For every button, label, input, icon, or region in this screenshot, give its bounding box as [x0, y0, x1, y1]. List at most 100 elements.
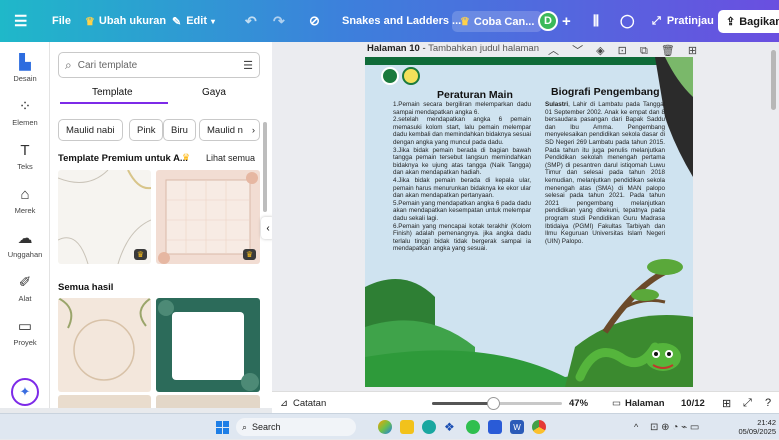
windows-start-icon[interactable]: [216, 414, 229, 440]
grid-view-icon[interactable]: ⊞: [722, 392, 731, 414]
pages-icon: ▭: [612, 397, 621, 409]
chrome-icon[interactable]: [532, 414, 546, 440]
duplicate-icon[interactable]: ⧉: [640, 45, 648, 57]
chip-label: Maulid nabi: [66, 124, 115, 136]
rail-item-uploads[interactable]: ☁ Unggahan: [0, 230, 50, 259]
template-thumbnail[interactable]: [58, 298, 151, 392]
zoom-slider[interactable]: [432, 392, 562, 414]
hide-icon[interactable]: ◈: [596, 45, 604, 57]
rail-item-projects[interactable]: ▭ Proyek: [0, 318, 50, 347]
rail-item-elements[interactable]: ⁘ Elemen: [0, 98, 50, 127]
chip-pink[interactable]: Pink: [129, 119, 164, 141]
whatsapp-icon[interactable]: [466, 414, 480, 440]
canvas-scrollbar[interactable]: [771, 50, 776, 110]
chip-maulid-nabi[interactable]: Maulid nabi: [58, 119, 123, 141]
tab-label: Gaya: [202, 87, 226, 98]
pages-label: Halaman: [624, 397, 665, 409]
clock-time: 21:42: [757, 418, 776, 427]
zoom-knob[interactable]: [487, 396, 501, 410]
undo-icon[interactable]: ↶: [245, 0, 257, 42]
rail-item-draw[interactable]: ✐ Alat: [0, 274, 50, 303]
pages-button[interactable]: ▭ Halaman: [612, 392, 665, 414]
hamburger-icon[interactable]: ☰: [14, 0, 27, 42]
zoom-level[interactable]: 47%: [569, 392, 588, 414]
resize-label: Ubah ukuran: [98, 15, 167, 27]
analytics-icon[interactable]: ⫼: [593, 0, 599, 42]
edge-icon[interactable]: [422, 414, 436, 440]
template-thumbnail[interactable]: ♛: [58, 170, 151, 264]
tab-label: Template: [92, 87, 133, 98]
template-thumbnail[interactable]: ♛: [156, 170, 260, 264]
magic-assistant-icon[interactable]: ✦: [11, 378, 39, 406]
fullscreen-icon[interactable]: ⤢: [743, 392, 752, 414]
resize-button[interactable]: ♛ Ubah ukuran: [85, 0, 166, 42]
design-page[interactable]: Peraturan Main Biografi Pengembang 1.Pem…: [365, 57, 693, 387]
template-thumbnail[interactable]: [58, 395, 151, 408]
rules-heading: Peraturan Main: [437, 89, 513, 101]
page-header: Halaman 10 - Tambahkan judul halaman: [367, 43, 539, 54]
rail-item-text[interactable]: T Teks: [0, 142, 50, 171]
search-icon: ⌕: [242, 421, 248, 432]
chip-label: Pink: [137, 124, 156, 136]
template-thumbnail[interactable]: [156, 298, 260, 392]
taskbar-search[interactable]: ⌕ Search: [236, 418, 356, 436]
chevron-down-icon[interactable]: ﹀: [572, 45, 583, 57]
edit-menu[interactable]: ✎ Edit ▾: [172, 0, 215, 42]
tab-style[interactable]: Gaya: [202, 87, 226, 98]
try-canva-button[interactable]: ♛ Coba Can...: [452, 0, 543, 42]
page-title-input[interactable]: Tambahkan judul halaman: [428, 43, 539, 54]
chip-maulid-n[interactable]: Maulid n ›: [199, 119, 260, 141]
lock-icon[interactable]: ⊡: [618, 45, 627, 57]
file-explorer-icon[interactable]: [400, 414, 414, 440]
cloud-saved-icon[interactable]: ⊘: [309, 0, 320, 42]
crown-icon: ♛: [85, 15, 95, 28]
document-title[interactable]: Snakes and Ladders ...: [342, 0, 461, 42]
filter-icon[interactable]: ☰: [243, 59, 253, 72]
template-thumbnail[interactable]: [156, 395, 260, 408]
bottom-bar: ⊿ Catatan 47% ▭ Halaman 10/12 ⊞ ⤢ ?: [272, 391, 779, 413]
comment-icon[interactable]: ◯: [620, 0, 635, 42]
tray-icons[interactable]: ⊡ ⊕ ◔ ⌁ ▭: [650, 414, 699, 440]
notes-button[interactable]: ⊿ Catatan: [280, 392, 326, 414]
rail-label: Merek: [14, 206, 36, 215]
windows-taskbar: ⌕ Search ❖ W ^ ⊡ ⊕ ◔ ⌁ ▭ 21:42 05/09/2025: [0, 413, 779, 439]
taskbar-app-icon[interactable]: [378, 414, 392, 440]
search-input[interactable]: ⌕ Cari template ☰: [58, 52, 260, 78]
add-page-icon[interactable]: ⊞: [688, 45, 697, 57]
folder-icon: ▭: [17, 318, 33, 335]
preview-button[interactable]: ⤢ Pratinjau: [652, 0, 714, 42]
rail-item-design[interactable]: ▙ Desain: [0, 54, 50, 83]
see-all-link[interactable]: Lihat semua: [206, 153, 255, 163]
notes-label: Catatan: [292, 397, 327, 409]
biography-body: , Lahir di Lambatu pada Tanggal 01 Septe…: [545, 101, 665, 245]
rule-item: 2.setelah mendapatkan angka 6 pemain mem…: [393, 116, 531, 146]
rule-item: 1.Pemain secara bergiliran melemparkan d…: [393, 101, 531, 116]
trash-icon[interactable]: 🗑: [661, 45, 675, 57]
elements-icon: ⁘: [18, 98, 32, 115]
add-collaborator-icon[interactable]: +: [562, 0, 571, 42]
avatar[interactable]: D: [538, 0, 558, 42]
chevron-left-icon: ‹: [266, 222, 270, 234]
redo-icon[interactable]: ↷: [273, 0, 285, 42]
dropbox-icon[interactable]: ❖: [444, 414, 455, 440]
crown-icon: ♛: [182, 152, 191, 162]
share-button[interactable]: ⇪ Bagikan: [718, 0, 779, 42]
chevron-down-icon: ▾: [211, 16, 216, 26]
rail-item-brand[interactable]: ⌂ Merek: [0, 186, 50, 215]
floral-frame-image: [58, 298, 151, 381]
upload-icon: ☁: [17, 230, 33, 247]
tab-template[interactable]: Template: [92, 87, 133, 98]
panel-scrollbar[interactable]: [263, 122, 267, 212]
word-icon[interactable]: W: [510, 414, 524, 440]
help-icon[interactable]: ?: [765, 392, 771, 414]
chevron-up-icon[interactable]: ^: [634, 414, 638, 440]
rules-list: 1.Pemain secara bergiliran melemparkan d…: [393, 101, 531, 253]
chevron-right-icon: ›: [251, 124, 255, 136]
chevron-up-icon[interactable]: ︿: [548, 45, 559, 57]
chip-biru[interactable]: Biru: [163, 119, 196, 141]
page-counter: 10/12: [681, 397, 705, 409]
clock[interactable]: 21:42 05/09/2025: [738, 414, 776, 440]
file-menu[interactable]: File: [52, 0, 71, 42]
file-label: File: [52, 15, 71, 27]
store-icon[interactable]: [488, 414, 502, 440]
